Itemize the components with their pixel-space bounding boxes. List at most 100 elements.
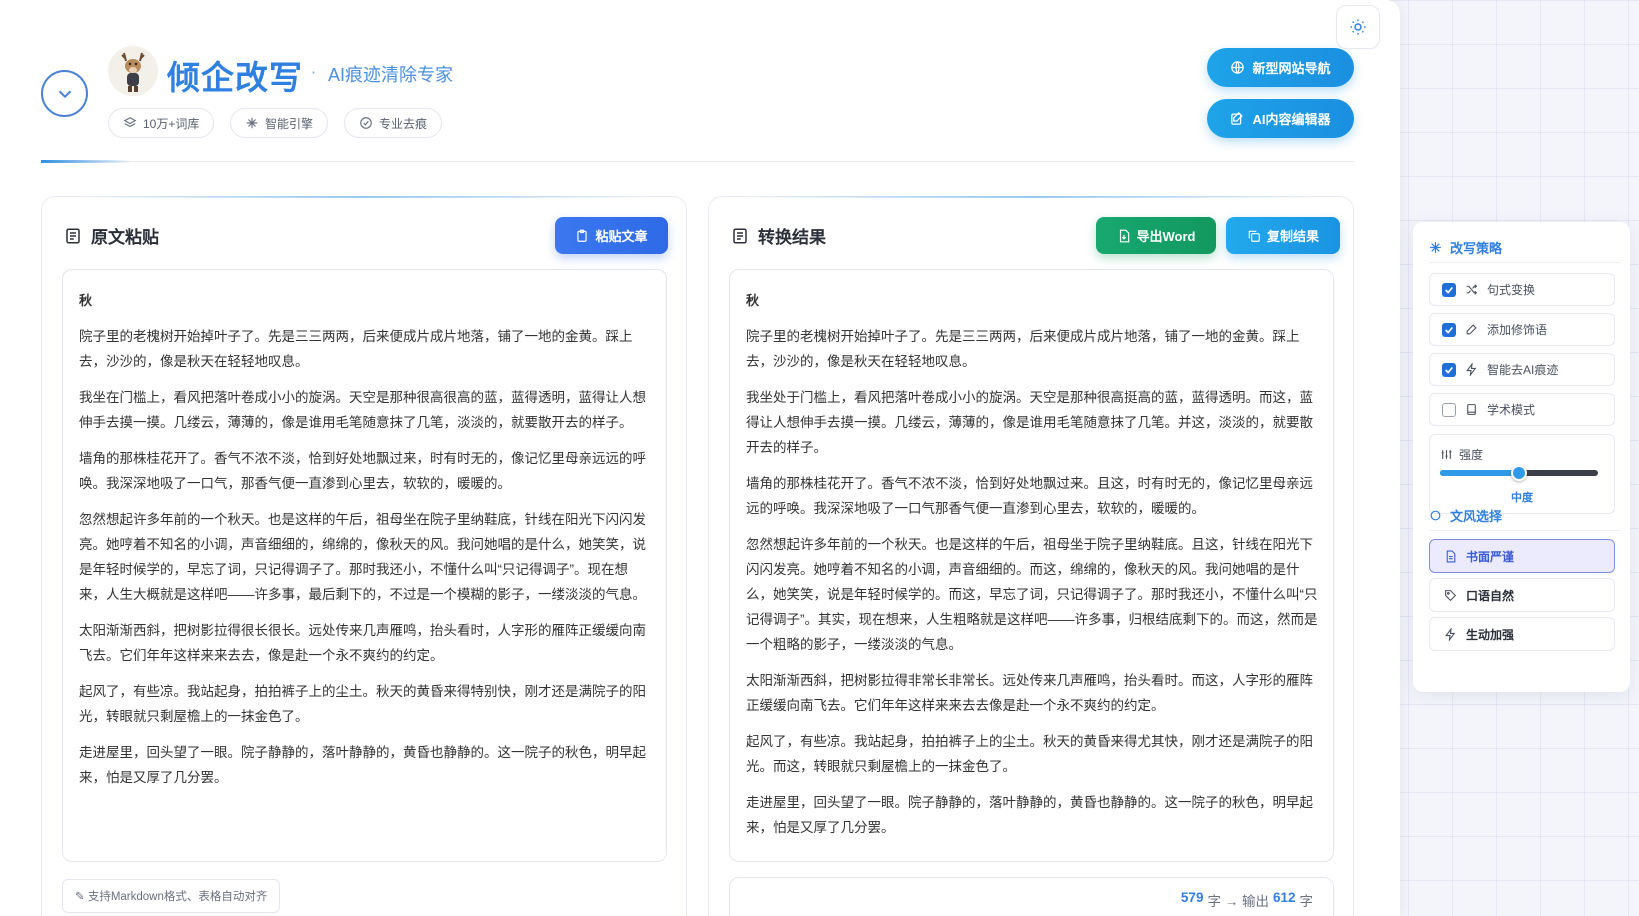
style-formal[interactable]: 书面严谨 <box>1429 539 1615 573</box>
source-doc-title: 秋 <box>79 293 93 308</box>
option-label: 添加修饰语 <box>1487 323 1548 337</box>
edit-icon <box>1231 111 1244 125</box>
collapse-button[interactable] <box>41 70 88 117</box>
strength-label-text: 强度 <box>1459 448 1484 462</box>
check-icon <box>1445 286 1453 294</box>
style-title-text: 文风选择 <box>1450 509 1503 524</box>
style-casual[interactable]: 口语自然 <box>1429 578 1615 612</box>
sparkle-icon <box>246 117 258 129</box>
style-label: 生动加强 <box>1466 627 1515 642</box>
shuffle-icon <box>1466 284 1478 295</box>
result-paragraph: 起风了，有些凉。我站起身，拍拍裤子上的尘土。秋天的黄昏来得尤其快，刚才还是满院子… <box>746 734 1313 774</box>
source-paragraph: 忽然想起许多年前的一个秋天。也是这样的午后，祖母坐在院子里纳鞋底，针线在阳光下闪… <box>79 512 646 602</box>
paste-article-label: 粘贴文章 <box>595 229 648 244</box>
source-paragraph: 我坐在门槛上，看风把落叶卷成小小的旋涡。天空是那种很高很高的蓝，蓝得透明，蓝得让… <box>79 390 646 430</box>
divider <box>1429 530 1621 531</box>
option-academic-mode[interactable]: 学术模式 <box>1429 393 1615 426</box>
option-remove-ai-traces[interactable]: 智能去AI痕迹 <box>1429 353 1615 386</box>
result-panel-title: 转换结果 <box>731 223 826 248</box>
strategy-title-text: 改写策略 <box>1450 241 1503 256</box>
style-title: 文风选择 <box>1429 506 1502 525</box>
website-nav-label: 新型网站导航 <box>1252 61 1331 76</box>
checkbox-checked[interactable] <box>1442 362 1456 377</box>
source-text-input[interactable]: 秋 院子里的老槐树开始掉叶子了。先是三三两两，后来便成片成片地落，铺了一地的金黄… <box>62 269 667 862</box>
word-count-bar: 579 字 → 输出 612 字 <box>729 877 1334 916</box>
source-panel-title-text: 原文粘贴 <box>91 228 159 248</box>
tag-engine: 智能引擎 <box>230 108 329 138</box>
tag-icon <box>1445 589 1457 601</box>
clipboard-icon <box>577 229 588 242</box>
style-label: 书面严谨 <box>1466 549 1515 564</box>
tag-label: 智能引擎 <box>265 116 314 131</box>
result-text-output: 秋 院子里的老槐树开始掉叶子了。先是三三两两，后来便成片成片地落，铺了一地的金黄… <box>729 269 1334 862</box>
strength-label: 强度 <box>1440 446 1483 463</box>
document-icon <box>66 228 80 243</box>
strength-value: 中度 <box>1511 492 1533 504</box>
check-icon <box>1445 366 1453 374</box>
option-sentence-transform[interactable]: 句式变换 <box>1429 273 1615 306</box>
ai-editor-button[interactable]: AI内容编辑器 <box>1207 99 1354 138</box>
checkbox-unchecked[interactable] <box>1442 402 1456 417</box>
option-label: 学术模式 <box>1487 403 1536 417</box>
check-icon <box>1445 326 1453 334</box>
ai-editor-label: AI内容编辑器 <box>1252 112 1331 127</box>
tag-label: 专业去痕 <box>379 116 428 131</box>
option-add-modifiers[interactable]: 添加修饰语 <box>1429 313 1615 346</box>
tag-label: 10万+词库 <box>143 116 200 131</box>
export-word-button[interactable]: 导出Word <box>1096 217 1216 254</box>
lightning-icon <box>1466 363 1477 376</box>
globe-icon <box>1231 61 1245 74</box>
count-unit-output: 字 <box>1299 894 1314 909</box>
chevron-down-icon <box>58 90 71 98</box>
strategy-panel: 改写策略 句式变换 添加修饰语 智能去AI痕迹 学术模式 强度 中度 文风选择 <box>1413 222 1630 692</box>
source-paragraph: 太阳渐渐西斜，把树影拉得很长很长。远处传来几声雁鸣，抬头看时，人字形的雁阵正缓缓… <box>79 623 646 663</box>
result-paragraph: 我坐处于门槛上，看风把落叶卷成小小的旋涡。天空是那种很高挺高的蓝，蓝得透明。而这… <box>746 390 1313 455</box>
result-paragraph: 忽然想起许多年前的一个秋天。也是这样的午后，祖母坐于院子里纳鞋底。且这，针线在阳… <box>746 537 1318 652</box>
header-divider <box>41 160 1354 163</box>
strength-slider-thumb[interactable] <box>1511 465 1527 481</box>
strength-slider-track[interactable] <box>1440 465 1598 481</box>
lightning-icon <box>1445 627 1456 641</box>
divider <box>1429 262 1621 263</box>
checkbox-checked[interactable] <box>1442 322 1456 337</box>
copy-result-button[interactable]: 复制结果 <box>1226 217 1340 254</box>
document-icon <box>1446 550 1456 562</box>
strength-slider-fill <box>1440 470 1519 476</box>
export-word-label: 导出Word <box>1136 229 1196 244</box>
deer-mascot-icon <box>121 52 145 92</box>
style-vivid[interactable]: 生动加强 <box>1429 617 1615 651</box>
result-paragraph: 太阳渐渐西斜，把树影拉得非常长非常长。远处传来几声雁鸣，抬头看时。而这，人字形的… <box>746 673 1313 713</box>
theme-toggle-button[interactable] <box>1336 5 1380 49</box>
file-export-icon <box>1119 229 1129 242</box>
markdown-hint: ✎ 支持Markdown格式、表格自动对齐 <box>62 879 281 913</box>
source-paragraph: 墙角的那株桂花开了。香气不浓不淡，恰到好处地飘过来，时有时无的，像记忆里母亲远远… <box>79 451 646 491</box>
sparkle-icon <box>1430 242 1441 253</box>
source-panel: 原文粘贴 粘贴文章 秋 院子里的老槐树开始掉叶子了。先是三三两两，后来便成片成片… <box>41 196 687 916</box>
strategy-title: 改写策略 <box>1429 238 1502 257</box>
brand-subtitle: AI痕迹清除专家 <box>328 65 454 85</box>
checkbox-checked[interactable] <box>1442 282 1456 297</box>
strength-control: 强度 中度 <box>1429 434 1615 514</box>
layers-icon <box>123 117 137 128</box>
copy-icon <box>1248 230 1260 242</box>
book-icon <box>1467 404 1476 415</box>
website-nav-button[interactable]: 新型网站导航 <box>1207 48 1354 87</box>
document-icon <box>733 228 747 243</box>
pencil-icon <box>1466 324 1477 335</box>
sliders-icon <box>1441 450 1452 459</box>
result-panel: 转换结果 导出Word 复制结果 秋 院子里的老槐树开始掉叶子了。先是三三两两，… <box>708 196 1354 916</box>
tag-vocabulary: 10万+词库 <box>108 108 215 138</box>
option-label: 句式变换 <box>1487 283 1536 297</box>
source-panel-title: 原文粘贴 <box>64 223 159 248</box>
source-paragraph: 院子里的老槐树开始掉叶子了。先是三三两两，后来便成片成片地落，铺了一地的金黄。踩… <box>79 329 633 369</box>
result-panel-title-text: 转换结果 <box>758 228 826 248</box>
circle-icon <box>1430 510 1441 521</box>
style-label: 口语自然 <box>1466 588 1515 603</box>
result-paragraph: 墙角的那株桂花开了。香气不浓不淡，恰到好处地飘过来。且这，时有时无的，像记忆里母… <box>746 476 1313 516</box>
result-paragraph: 院子里的老槐树开始掉叶子了。先是三三两两，后来便成片成片地落，铺了一地的金黄。踩… <box>746 329 1300 369</box>
count-unit-input: 字 → 输出 <box>1207 894 1269 909</box>
result-paragraph: 走进屋里，回头望了一眼。院子静静的，落叶静静的，黄昏也静静的。这一院子的秋色，明… <box>746 795 1313 835</box>
paste-article-button[interactable]: 粘贴文章 <box>555 217 668 254</box>
brand-separator: · <box>311 63 317 82</box>
result-doc-title: 秋 <box>746 293 760 308</box>
